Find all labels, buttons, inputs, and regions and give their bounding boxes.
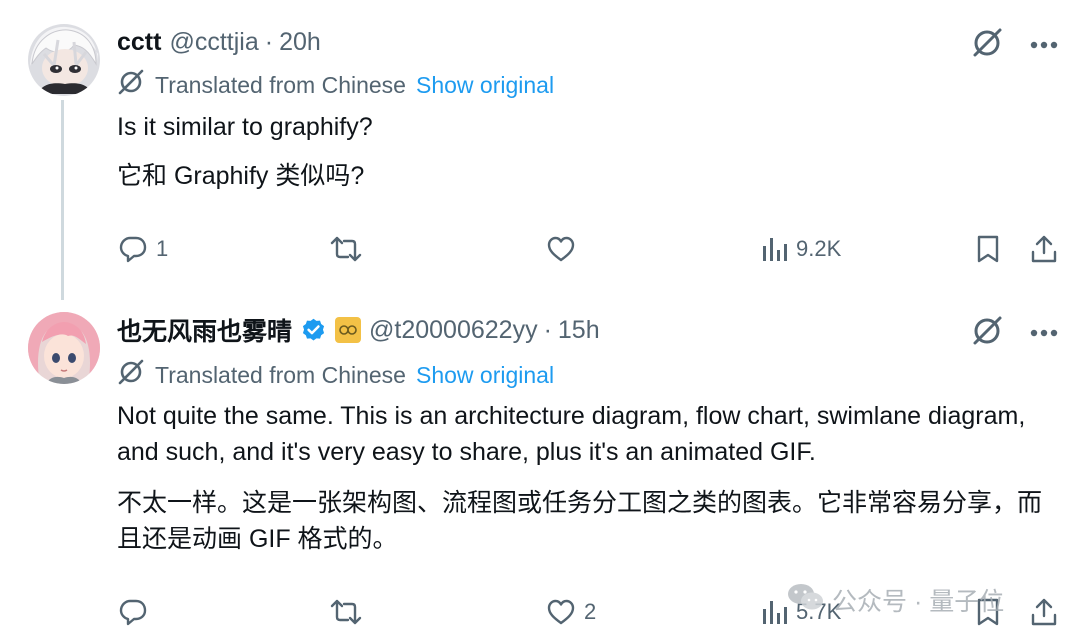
more-icon[interactable] — [1030, 325, 1058, 343]
retweet-icon — [329, 597, 363, 627]
retweet-button[interactable] — [329, 229, 371, 269]
reply-button[interactable]: 1 — [118, 229, 168, 269]
watermark: 公众号 · 量子位 — [786, 580, 1004, 620]
share-icon — [1030, 234, 1058, 264]
tweet-text-chinese: 它和 Graphify 类似吗? — [117, 162, 365, 190]
verified-badge-icon[interactable] — [300, 317, 327, 344]
thread-line — [61, 100, 64, 300]
user-handle[interactable]: @t20000622yy — [369, 316, 538, 345]
translated-label: Translated from Chinese — [155, 361, 406, 388]
more-icon[interactable] — [1030, 37, 1058, 55]
tweet-text-english: Is it similar to graphify? — [117, 113, 373, 141]
bookmark-button[interactable] — [975, 229, 1001, 269]
wechat-logo-icon — [786, 582, 824, 619]
retweet-button[interactable] — [329, 592, 371, 632]
translation-bar: Translated from Chinese Show original — [117, 358, 554, 392]
retweet-icon — [329, 234, 363, 264]
views-count: 9.2K — [796, 236, 842, 261]
tweet-top-actions — [970, 26, 1058, 65]
user-handle[interactable]: @ccttjia — [169, 28, 258, 57]
show-original-link[interactable]: Show original — [416, 72, 554, 99]
tweet-text-chinese: 不太一样。这是一张架构图、流程图或任务分工图之类的图表。它非常容易分享，而且还是… — [117, 489, 1043, 553]
action-bar: 1 9.2K — [0, 229, 1080, 269]
avatar[interactable] — [28, 312, 100, 384]
avatar[interactable] — [28, 24, 100, 96]
like-icon — [546, 235, 576, 263]
bookmark-icon — [975, 234, 1001, 264]
translated-label: Translated from Chinese — [155, 71, 406, 98]
display-name[interactable]: cctt — [117, 28, 161, 57]
separator: · — [264, 27, 274, 56]
views-button[interactable]: 9.2K — [762, 229, 841, 269]
affiliate-badge-icon[interactable] — [335, 317, 362, 343]
tweet-header: cctt @ccttjia · 20h — [117, 24, 321, 60]
grok-icon[interactable] — [970, 314, 1004, 353]
share-icon — [1030, 597, 1058, 627]
tweet-header: 也无风雨也雾晴 @t20000622yy · 15h — [117, 312, 600, 348]
like-button[interactable] — [546, 229, 584, 269]
translate-icon — [117, 358, 145, 392]
tweet-1[interactable]: cctt @ccttjia · 20h Translated from Chin… — [0, 0, 1080, 300]
translation-bar: Translated from Chinese Show original — [117, 68, 554, 102]
like-icon — [546, 598, 576, 626]
tweet-text-english: Not quite the same. This is an architect… — [117, 402, 1026, 466]
separator: · — [543, 315, 552, 344]
watermark-text: 公众号 · 量子位 — [832, 588, 1005, 616]
reply-icon — [118, 234, 148, 264]
timestamp[interactable]: 20h — [279, 28, 321, 57]
reply-button[interactable] — [118, 592, 156, 632]
reply-count: 1 — [156, 236, 169, 261]
grok-icon[interactable] — [970, 26, 1004, 65]
like-button[interactable]: 2 — [546, 592, 596, 632]
like-count: 2 — [584, 599, 597, 624]
views-icon — [762, 599, 788, 625]
tweet-top-actions — [970, 314, 1058, 353]
share-button[interactable] — [1030, 229, 1058, 269]
display-name[interactable]: 也无风雨也雾晴 — [117, 312, 292, 348]
show-original-link[interactable]: Show original — [416, 362, 554, 389]
share-button[interactable] — [1030, 592, 1058, 632]
views-icon — [762, 236, 788, 262]
reply-icon — [118, 597, 148, 627]
translate-icon — [117, 68, 145, 102]
timestamp[interactable]: 15h — [558, 316, 600, 345]
